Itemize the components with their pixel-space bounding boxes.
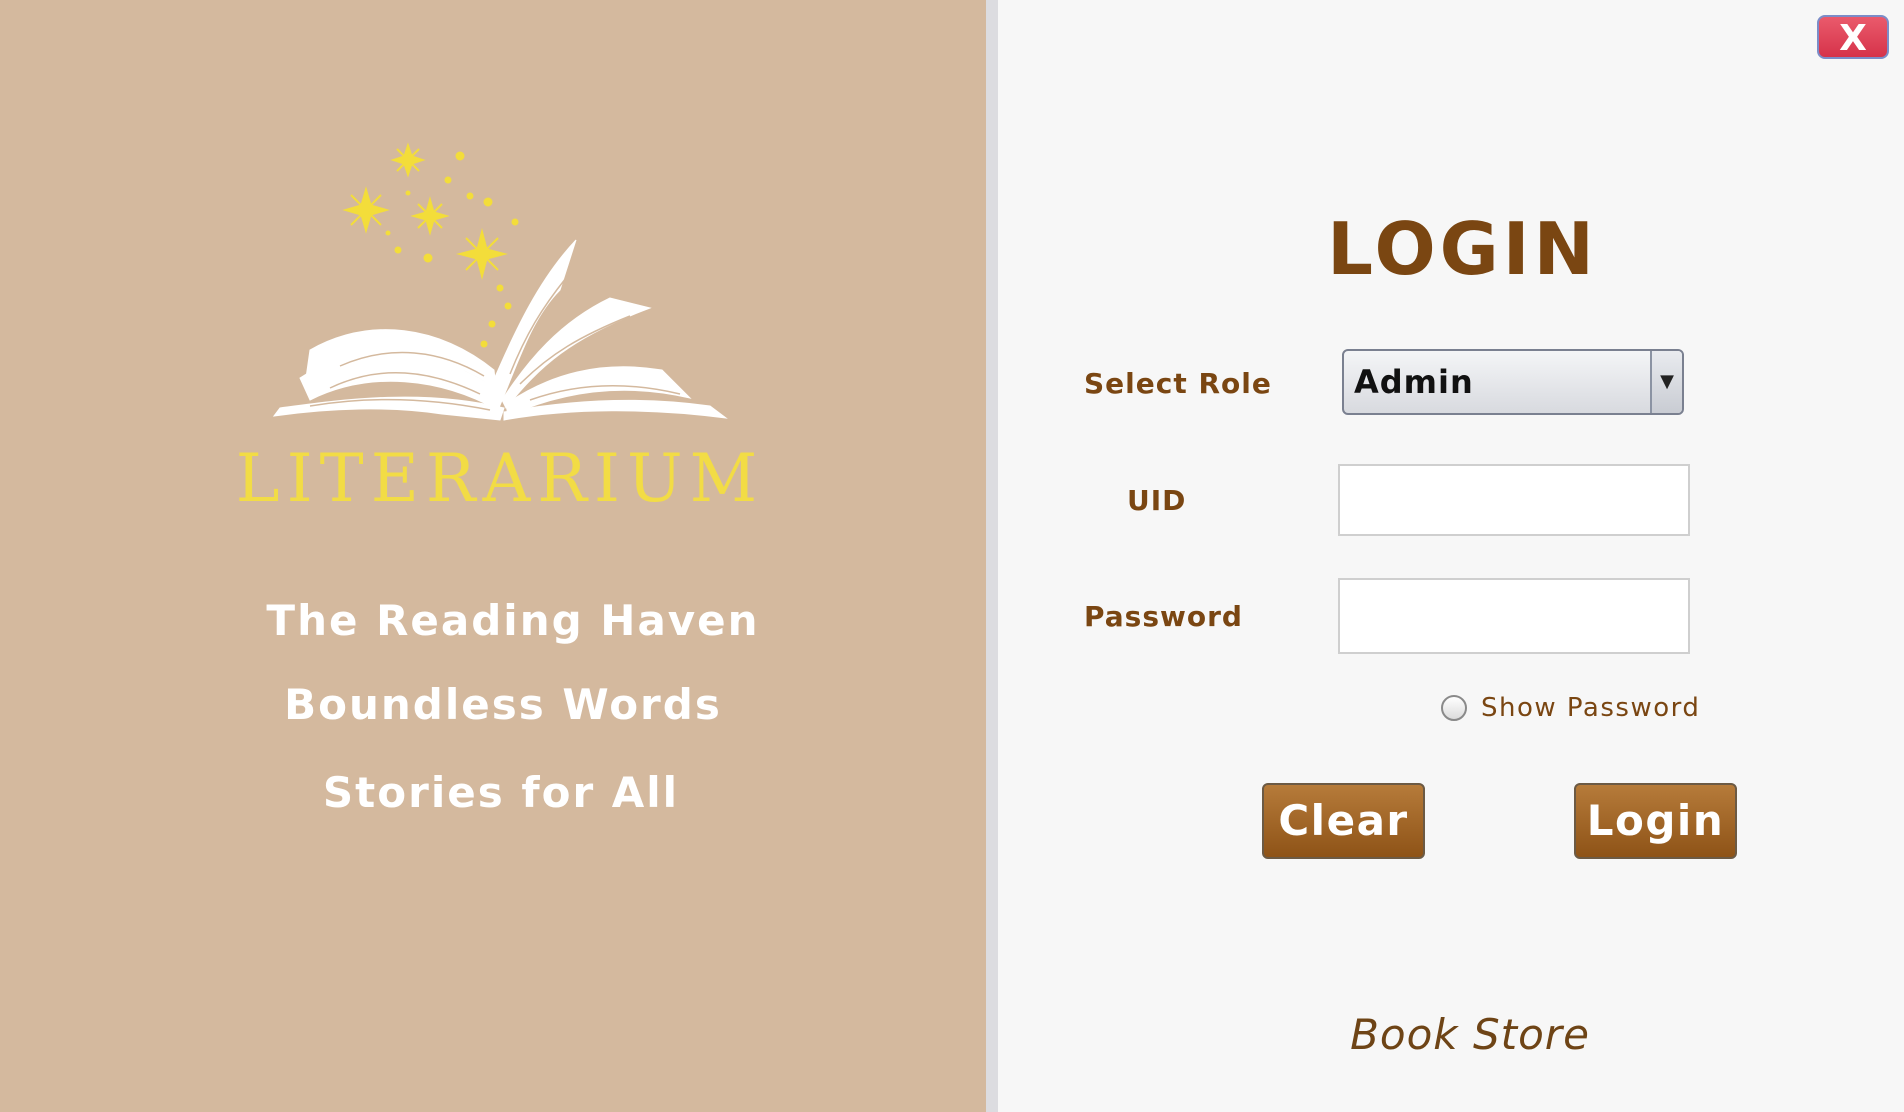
login-title: LOGIN xyxy=(1327,207,1598,291)
brand-name: LITERARIUM xyxy=(235,440,765,517)
brand-panel: LITERARIUM The Reading Haven Boundless W… xyxy=(0,0,986,1112)
login-window: LITERARIUM The Reading Haven Boundless W… xyxy=(0,0,1904,1112)
show-password-radio[interactable] xyxy=(1441,695,1467,721)
show-password-label: Show Password xyxy=(1481,693,1701,723)
password-label: Password xyxy=(1084,600,1243,633)
store-footer-label: Book Store xyxy=(1350,1010,1590,1059)
uid-label: UID xyxy=(1127,484,1187,517)
role-select[interactable]: Admin ▼ xyxy=(1342,349,1684,415)
close-icon: X xyxy=(1839,18,1867,59)
tagline-reading-haven: The Reading Haven xyxy=(266,596,760,645)
clear-button[interactable]: Clear xyxy=(1262,783,1425,859)
login-button[interactable]: Login xyxy=(1574,783,1737,859)
password-input[interactable] xyxy=(1338,578,1690,654)
tagline-stories-for-all: Stories for All xyxy=(322,768,680,817)
role-select-value: Admin xyxy=(1354,363,1474,401)
tagline-boundless-words: Boundless Words xyxy=(284,680,722,729)
show-password-toggle[interactable]: Show Password xyxy=(1441,693,1700,723)
select-role-label: Select Role xyxy=(1084,367,1272,400)
panel-divider xyxy=(986,0,998,1112)
close-button[interactable]: X xyxy=(1817,15,1889,59)
uid-input[interactable] xyxy=(1338,464,1690,536)
open-book-with-sparkles-icon xyxy=(272,142,728,421)
chevron-down-icon[interactable]: ▼ xyxy=(1650,351,1682,413)
